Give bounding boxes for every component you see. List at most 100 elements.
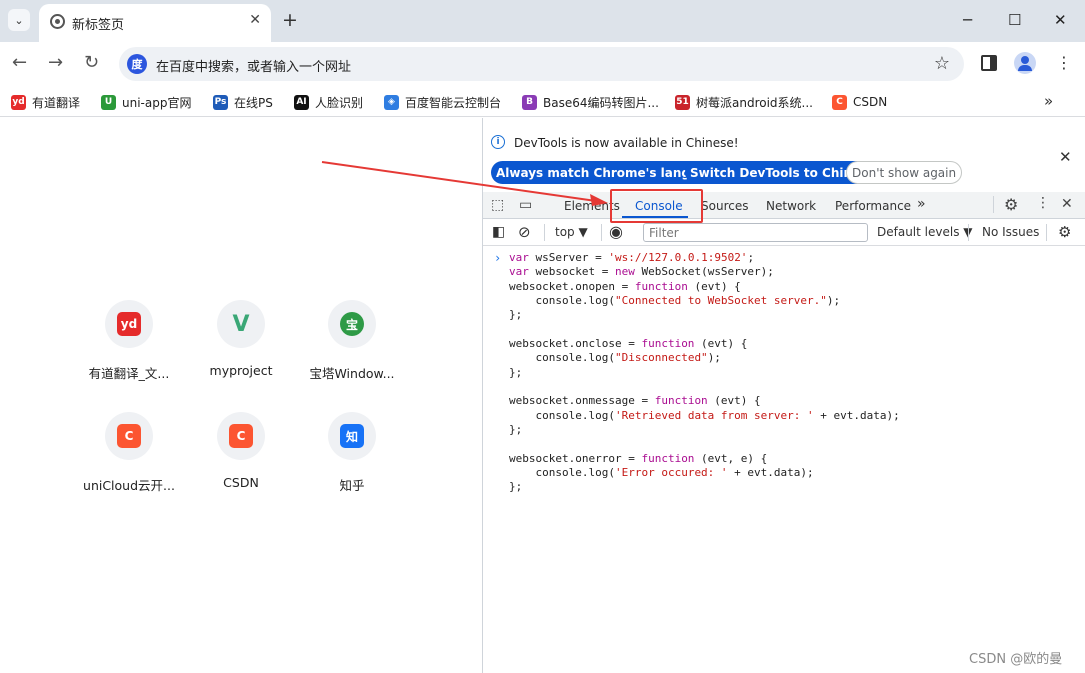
- console-code-line: };: [509, 308, 523, 322]
- shortcut-zhihu[interactable]: 知 知乎: [302, 412, 402, 494]
- devtools-panel: i DevTools is now available in Chinese! …: [482, 118, 1085, 673]
- bookmark-label: uni-app官网: [122, 95, 192, 110]
- shortcut-tile: C: [105, 412, 153, 460]
- bookmark-label: 百度智能云控制台: [405, 95, 502, 110]
- more-bookmarks-icon[interactable]: »: [1044, 92, 1053, 110]
- divider: [993, 196, 994, 213]
- tab-sources[interactable]: Sources: [701, 199, 748, 213]
- bookmark-face-recognition[interactable]: AI 人脸识别: [294, 93, 363, 111]
- live-expression-eye-icon[interactable]: ◉: [609, 222, 623, 241]
- browser-toolbar: ← → ↻ 度 在百度中搜索，或者输入一个网址 ☆ ⋮: [0, 42, 1085, 87]
- divider: [968, 224, 969, 241]
- console-code-line: var websocket = new WebSocket(wsServer);: [509, 265, 774, 279]
- reload-button[interactable]: ↻: [84, 53, 99, 73]
- tab-network[interactable]: Network: [766, 199, 816, 213]
- console-code-line: var wsServer = 'ws://127.0.0.1:9502';: [509, 251, 755, 264]
- bookmark-star-icon[interactable]: ☆: [934, 53, 950, 74]
- vue-icon: V: [232, 311, 250, 337]
- bookmark-raspberry-pi[interactable]: 51 树莓派android系统...: [675, 93, 813, 111]
- console-settings-gear-icon[interactable]: ⚙: [1058, 223, 1071, 241]
- baidu-cloud-icon: ◈: [384, 94, 399, 110]
- shortcut-label: 有道翻译_文...: [88, 366, 170, 381]
- console-code-line: };: [509, 365, 523, 379]
- issues-count[interactable]: No Issues: [982, 225, 1039, 239]
- console-code-line: websocket.onclose = function (evt) {: [509, 336, 748, 350]
- close-window-button[interactable]: ✕: [1054, 10, 1067, 30]
- devtools-menu-icon[interactable]: ⋮: [1036, 195, 1050, 211]
- side-panel-icon[interactable]: [981, 55, 997, 71]
- tab-title: 新标签页: [72, 18, 125, 33]
- bookmark-label: 有道翻译: [32, 95, 81, 110]
- profile-avatar-icon[interactable]: [1014, 52, 1036, 74]
- console-code-line: [509, 380, 900, 394]
- shortcut-label: CSDN: [223, 475, 259, 490]
- console-code-line: console.log('Retrieved data from server:…: [509, 408, 900, 422]
- bookmark-base64[interactable]: B Base64编码转图片...: [522, 93, 659, 111]
- bookmark-youdao[interactable]: yd 有道翻译: [11, 93, 80, 111]
- tab-search-button[interactable]: ⌄: [8, 9, 30, 31]
- console-code-line: };: [509, 480, 523, 494]
- back-button[interactable]: ←: [12, 53, 27, 73]
- shortcut-youdao[interactable]: yd 有道翻译_文...: [79, 300, 179, 382]
- minimize-button[interactable]: ─: [963, 10, 972, 30]
- more-tabs-icon[interactable]: »: [917, 196, 926, 212]
- divider: [544, 224, 545, 241]
- shortcut-tile: yd: [105, 300, 153, 348]
- console-toolbar: ◧ ⊘ top ▼ ◉ Filter Default levels ▼ No I…: [483, 220, 1085, 246]
- settings-gear-icon[interactable]: ⚙: [1004, 195, 1018, 214]
- new-tab-button[interactable]: +: [282, 9, 298, 31]
- new-tab-page: yd 有道翻译_文... V myproject 宝 宝塔Window... C…: [0, 118, 482, 673]
- close-devtools-icon[interactable]: ✕: [1061, 196, 1073, 212]
- bookmark-label: 树莓派android系统...: [696, 95, 813, 110]
- console-filter-input[interactable]: Filter: [643, 223, 868, 242]
- chrome-menu-icon[interactable]: ⋮: [1056, 53, 1072, 73]
- forward-button[interactable]: →: [48, 53, 63, 73]
- base64-icon: B: [522, 94, 537, 110]
- console-code-line: websocket.onmessage = function (evt) {: [509, 394, 761, 408]
- shortcut-csdn[interactable]: C CSDN: [191, 412, 291, 490]
- console-prompt-icon: ›: [494, 251, 502, 265]
- shortcut-label: 宝塔Window...: [309, 366, 395, 381]
- console-code-block: var wsServer = 'ws://127.0.0.1:9502'; var…: [509, 251, 900, 495]
- active-tab[interactable]: 新标签页 ✕: [39, 4, 271, 42]
- info-icon: i: [491, 135, 505, 149]
- sidebar-toggle-icon[interactable]: ◧: [492, 224, 505, 240]
- infobar-message: DevTools is now available in Chinese!: [514, 136, 739, 150]
- shortcut-tile: V: [217, 300, 265, 348]
- log-levels-dropdown[interactable]: Default levels ▼: [877, 225, 973, 239]
- console-code-line: [509, 323, 900, 337]
- divider: [601, 224, 602, 241]
- console-code-line: console.log("Connected to WebSocket serv…: [509, 293, 841, 307]
- bookmark-label: CSDN: [853, 95, 888, 109]
- tab-performance[interactable]: Performance: [835, 199, 911, 213]
- console-code-line: websocket.onerror = function (evt, e) {: [509, 451, 768, 465]
- console-code-line: [509, 437, 900, 451]
- csdn-watermark: CSDN @欧的曼: [969, 652, 1063, 667]
- bookmark-uniapp[interactable]: U uni-app官网: [101, 93, 191, 111]
- maximize-button[interactable]: ☐: [1008, 10, 1021, 30]
- inspect-element-icon[interactable]: ⬚: [491, 197, 504, 213]
- shortcut-myproject[interactable]: V myproject: [191, 300, 291, 378]
- bookmark-online-ps[interactable]: Ps 在线PS: [213, 93, 273, 111]
- csdn-icon: C: [117, 424, 141, 448]
- shortcut-label: uniCloud云开...: [83, 478, 175, 493]
- context-selector[interactable]: top ▼: [555, 225, 588, 239]
- bookmark-csdn[interactable]: C CSDN: [832, 93, 887, 111]
- console-output[interactable]: › var wsServer = 'ws://127.0.0.1:9502'; v…: [483, 247, 1085, 673]
- youdao-icon: yd: [11, 94, 26, 110]
- address-bar[interactable]: 度 在百度中搜索，或者输入一个网址 ☆: [119, 47, 964, 81]
- device-toolbar-icon[interactable]: ▭: [519, 197, 532, 213]
- clear-console-icon[interactable]: ⊘: [518, 223, 531, 241]
- ai-icon: AI: [294, 94, 309, 110]
- tab-close-icon[interactable]: ✕: [249, 12, 261, 28]
- shortcut-baota[interactable]: 宝 宝塔Window...: [302, 300, 402, 382]
- infobar-close-icon[interactable]: ✕: [1059, 148, 1072, 166]
- shortcut-tile: 知: [328, 412, 376, 460]
- csdn-icon: C: [229, 424, 253, 448]
- bookmark-label: 在线PS: [234, 95, 273, 110]
- shortcut-unicloud[interactable]: C uniCloud云开...: [79, 412, 179, 494]
- dont-show-again-button[interactable]: Don't show again: [846, 161, 963, 184]
- ps-icon: Ps: [213, 94, 228, 110]
- highlight-box: [610, 189, 703, 223]
- bookmark-baidu-cloud[interactable]: ◈ 百度智能云控制台: [384, 93, 501, 111]
